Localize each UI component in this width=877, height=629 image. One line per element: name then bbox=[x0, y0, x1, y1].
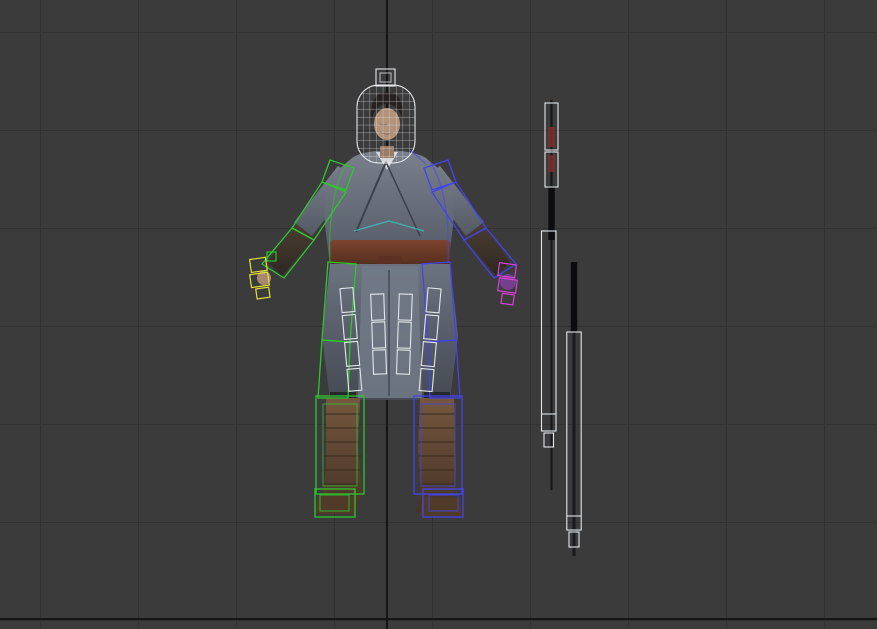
staff-prop-1[interactable] bbox=[540, 100, 559, 490]
3d-viewport[interactable] bbox=[0, 0, 877, 629]
staff1-red-wrap bbox=[548, 127, 555, 147]
head-lattice-overlay bbox=[356, 68, 416, 164]
staff-prop-2[interactable] bbox=[566, 262, 582, 556]
head-top-bone-box bbox=[375, 68, 396, 87]
scene-layer bbox=[248, 68, 582, 556]
staff1-red-wrap-2 bbox=[548, 155, 555, 172]
staff1-bounding-boxes bbox=[540, 102, 559, 448]
